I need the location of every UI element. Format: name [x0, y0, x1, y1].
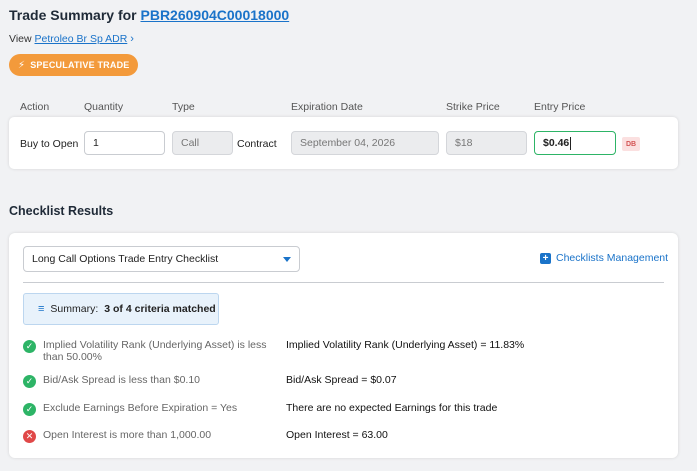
- expiration-date-value: September 04, 2026: [300, 137, 396, 149]
- caret-down-icon: [283, 256, 291, 262]
- text-cursor: [570, 136, 572, 150]
- entry-price-input[interactable]: $0.46: [534, 131, 616, 155]
- summary-label: Summary:: [50, 303, 99, 315]
- chevron-right-icon[interactable]: ›: [130, 33, 134, 45]
- check-circle-icon: ✓: [23, 340, 36, 353]
- criteria-row: ✓ Bid/Ask Spread is less than $0.10 Bid/…: [23, 374, 664, 388]
- x-circle-icon: ✕: [23, 430, 36, 443]
- column-header-strike-price: Strike Price: [446, 101, 500, 113]
- entry-price-value: $0.46: [543, 137, 570, 149]
- quantity-value: 1: [93, 137, 99, 149]
- criteria-row: ✕ Open Interest is more than 1,000.00 Op…: [23, 429, 664, 443]
- column-header-quantity: Quantity: [84, 101, 124, 113]
- check-circle-icon: ✓: [23, 403, 36, 416]
- badge-label: SPECULATIVE TRADE: [30, 60, 130, 70]
- unit-label: Contract: [237, 138, 277, 150]
- view-underlying: View Petroleo Br Sp ADR ›: [9, 33, 134, 45]
- column-header-type: Type: [172, 101, 195, 113]
- summary-box: ≡ Summary: 3 of 4 criteria matched: [23, 293, 219, 325]
- checklists-management-link[interactable]: + Checklists Management: [540, 252, 668, 264]
- criteria-result: There are no expected Earnings for this …: [286, 402, 498, 414]
- db-tag: DB: [622, 137, 640, 151]
- criteria-row: ✓ Exclude Earnings Before Expiration = Y…: [23, 402, 664, 416]
- criteria-result: Implied Volatility Rank (Underlying Asse…: [286, 339, 525, 351]
- type-value: Call: [181, 137, 200, 149]
- page-title: Trade Summary for PBR260904C00018000: [9, 7, 289, 23]
- option-symbol-link[interactable]: PBR260904C00018000: [141, 7, 290, 23]
- view-label: View: [9, 33, 32, 45]
- checklists-management-label: Checklists Management: [556, 252, 669, 264]
- checklist-select[interactable]: Long Call Options Trade Entry Checklist: [23, 246, 300, 272]
- lightning-icon: ⚡: [18, 59, 26, 71]
- criteria-label: Open Interest is more than 1,000.00: [43, 429, 212, 441]
- checklist-select-value: Long Call Options Trade Entry Checklist: [32, 253, 219, 265]
- summary-value: 3 of 4 criteria matched: [104, 303, 216, 315]
- criteria-result: Bid/Ask Spread = $0.07: [286, 374, 397, 386]
- divider: [23, 282, 664, 283]
- criteria-row: ✓ Implied Volatility Rank (Underlying As…: [23, 339, 664, 363]
- quantity-input[interactable]: 1: [84, 131, 165, 155]
- checklist-section-title: Checklist Results: [9, 204, 114, 218]
- check-circle-icon: ✓: [23, 375, 36, 388]
- column-header-action: Action: [20, 101, 50, 113]
- plus-square-icon: +: [540, 252, 551, 264]
- strike-price-value: $18: [455, 137, 473, 149]
- column-header-entry-price: Entry Price: [534, 101, 586, 113]
- speculative-trade-badge: ⚡ SPECULATIVE TRADE: [9, 54, 139, 76]
- action-value: Buy to Open: [20, 138, 79, 150]
- expiration-date-field: September 04, 2026: [291, 131, 439, 155]
- criteria-label: Bid/Ask Spread is less than $0.10: [43, 374, 201, 386]
- criteria-label: Exclude Earnings Before Expiration = Yes: [43, 402, 238, 414]
- strike-price-field: $18: [446, 131, 527, 155]
- list-icon: ≡: [38, 303, 45, 315]
- column-header-expiration-date: Expiration Date: [291, 101, 363, 113]
- type-field: Call: [172, 131, 233, 155]
- criteria-result: Open Interest = 63.00: [286, 429, 388, 441]
- underlying-link[interactable]: Petroleo Br Sp ADR: [35, 33, 128, 45]
- criteria-label: Implied Volatility Rank (Underlying Asse…: [43, 339, 267, 363]
- title-prefix: Trade Summary for: [9, 7, 137, 23]
